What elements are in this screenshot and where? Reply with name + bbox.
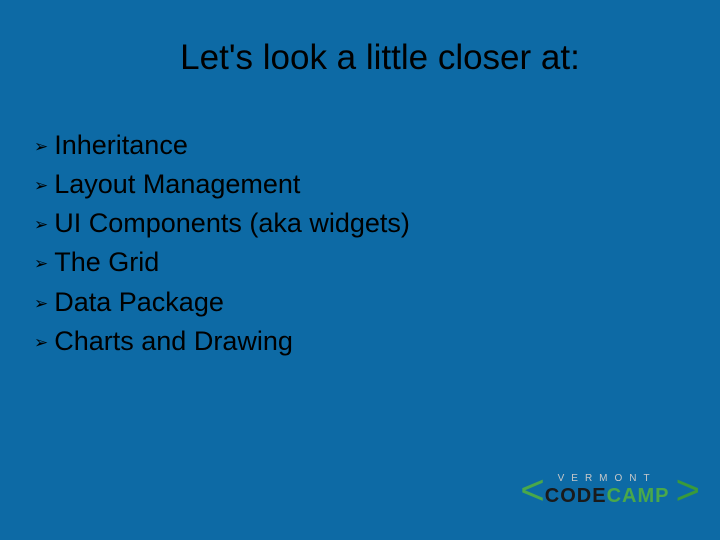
bullet-text: The Grid [54, 243, 159, 282]
logo-code: CODE [545, 485, 607, 507]
bullet-icon: ➢ [34, 292, 48, 317]
bullet-text: UI Components (aka widgets) [54, 204, 410, 243]
bullet-text: Data Package [54, 283, 224, 322]
logo-text: VERMONT CODECAMP [545, 474, 670, 506]
list-item: ➢ The Grid [34, 243, 720, 282]
logo-camp: CAMP [607, 485, 670, 507]
list-item: ➢ Inheritance [34, 126, 720, 165]
bullet-icon: ➢ [34, 174, 48, 199]
list-item: ➢ UI Components (aka widgets) [34, 204, 720, 243]
bullet-icon: ➢ [34, 252, 48, 277]
logo-vermont: VERMONT [558, 474, 657, 484]
logo-codecamp: CODECAMP [545, 486, 670, 506]
list-item: ➢ Layout Management [34, 165, 720, 204]
bullet-list: ➢ Inheritance ➢ Layout Management ➢ UI C… [0, 126, 720, 361]
slide-title: Let's look a little closer at: [0, 0, 720, 78]
bullet-text: Charts and Drawing [54, 322, 293, 361]
chevron-left-icon: < [520, 466, 539, 514]
vermont-code-camp-logo: < VERMONT CODECAMP > [520, 466, 694, 514]
bullet-text: Inheritance [54, 126, 188, 165]
bullet-icon: ➢ [34, 331, 48, 356]
bullet-icon: ➢ [34, 213, 48, 238]
chevron-right-icon: > [675, 466, 694, 514]
bullet-icon: ➢ [34, 135, 48, 160]
list-item: ➢ Data Package [34, 283, 720, 322]
bullet-text: Layout Management [54, 165, 300, 204]
list-item: ➢ Charts and Drawing [34, 322, 720, 361]
